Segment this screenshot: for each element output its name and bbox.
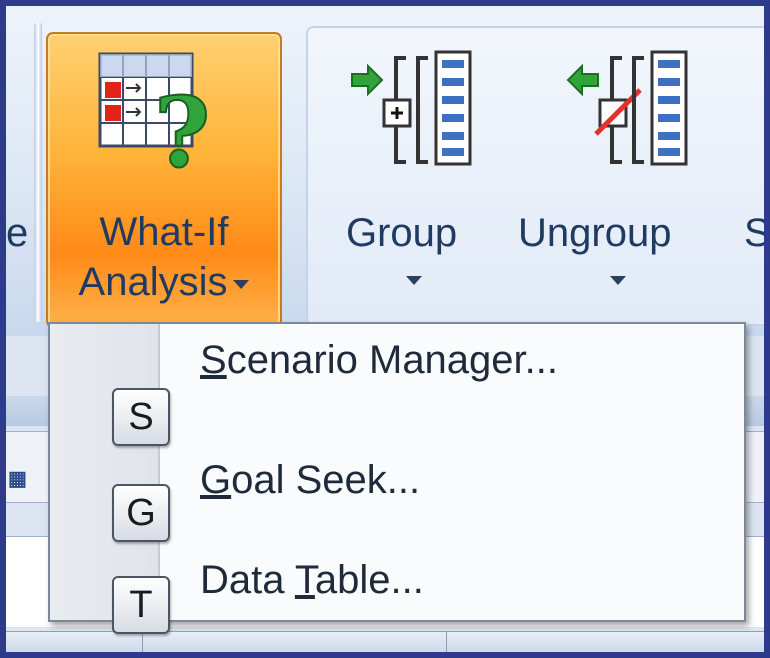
keytip-badge: G [112,484,170,542]
column-divider [142,631,143,652]
chevron-down-icon [233,279,250,289]
menu-item-goal-seek[interactable]: Goal Seek... [200,452,420,508]
menu-item-label: able... [314,558,424,602]
accelerator-key: T [294,558,315,602]
accelerator-key: S [200,338,227,382]
keytip-badge: T [112,576,170,634]
what-if-analysis-button[interactable]: ? What-If Analysis [46,32,282,328]
ungroup-icon [566,50,688,166]
ungroup-button-label: Ungroup [518,211,672,255]
menu-item-label: cenario Manager... [226,338,558,382]
ribbon-separator [34,22,42,322]
partial-ribbon-label-left: e [6,211,29,255]
accelerator-key: G [200,458,232,502]
svg-text:?: ? [154,76,210,178]
menu-item-scenario-manager[interactable]: Scenario Manager... [200,332,558,388]
what-if-dropdown-menu: Scenario Manager... S Goal Seek... G Dat… [48,322,746,634]
keytip-badge: S [112,388,170,446]
group-icon [351,50,472,166]
chevron-down-icon [610,276,626,285]
menu-item-label: oal Seek... [231,458,421,502]
chevron-down-icon [406,276,422,285]
group-button-label: Group [346,211,458,255]
what-if-label-line2: Analysis [48,260,280,305]
partial-ribbon-label-right: S [744,211,764,255]
column-divider [446,631,447,652]
menu-item-data-table[interactable]: Data Table... [200,552,424,608]
screenshot-frame: e ? What-If Analysis Group Ungroup S ▦ S… [6,6,764,652]
menu-item-label: Data [200,558,295,602]
what-if-analysis-icon: ? [98,52,211,178]
grid-icon: ▦ [8,468,27,490]
what-if-label-line1: What-If [99,210,229,254]
column-header-row [6,631,764,652]
ribbon: e ? What-If Analysis Group Ungroup S [6,6,764,336]
